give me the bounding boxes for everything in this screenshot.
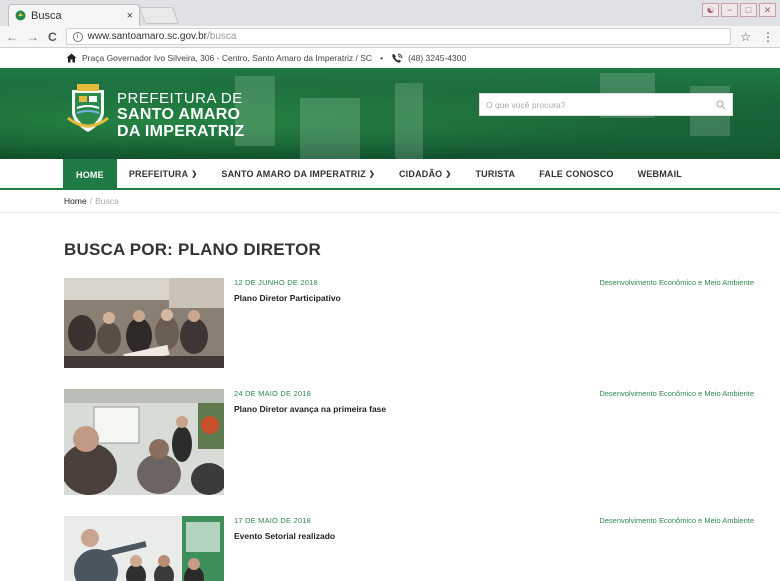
result-title-link[interactable]: Plano Diretor Participativo [234,293,341,303]
maximize-icon[interactable]: □ [740,3,757,17]
result-meta: 12 DE JUNHO DE 2018 Plano Diretor Partic… [234,278,341,303]
bookmark-star-icon[interactable]: ☆ [740,30,751,44]
search-icon[interactable] [716,100,726,110]
url-bar[interactable]: i www.santoamaro.sc.gov.br/busca [65,28,732,45]
nav-label: SANTO AMARO DA IMPERATRIZ [221,168,366,179]
nav-item-prefeitura[interactable]: PREFEITURA ❯ [117,159,210,188]
result-thumbnail[interactable] [64,278,224,368]
phone-text: (48) 3245-4300 [408,53,467,63]
tab-title: Busca [31,9,62,22]
page-title: BUSCA POR: PLANO DIRETOR [64,240,321,259]
browser-toolbar: ← → C i www.santoamaro.sc.gov.br/busca ☆… [0,26,780,48]
brand-line-2: SANTO AMARO [117,106,241,123]
result-title-link[interactable]: Plano Diretor avança na primeira fase [234,404,386,414]
site-info-bar: Praça Governador Ivo Silveira, 306 - Cen… [0,48,780,68]
browser-tab[interactable]: Busca × [8,4,140,26]
url-path: /busca [206,31,237,42]
nav-item-cidadao[interactable]: CIDADÃO ❯ [387,159,463,188]
home-icon [66,53,77,63]
brand-line-1: PREFEITURA DE [117,90,243,107]
breadcrumb-separator: / [89,196,93,206]
browser-menu-icon[interactable]: ⋮ [762,30,774,44]
nav-item-home[interactable]: HOME [63,159,117,190]
address-text: Praça Governador Ivo Silveira, 306 - Cen… [82,53,373,63]
nav-label: HOME [76,169,104,180]
result-date: 12 DE JUNHO DE 2018 [234,278,318,287]
tab-close-icon[interactable]: × [127,10,133,22]
phone-icon [392,53,403,63]
info-separator: • [380,53,384,63]
window-controls: ☯ − □ ✕ [702,3,776,17]
nav-item-turista[interactable]: TURISTA [463,159,527,188]
result-title-link[interactable]: Evento Setorial realizado [234,531,335,541]
nav-item-webmail[interactable]: WEBMAIL [626,159,694,188]
chevron-down-icon: ❯ [191,170,198,178]
result-meta: 17 DE MAIO DE 2018 Evento Setorial reali… [234,516,335,541]
site-favicon-icon [15,10,26,21]
new-tab-button[interactable] [138,7,180,24]
user-profile-icon[interactable]: ☯ [702,3,719,17]
nav-item-fale-conosco[interactable]: FALE CONOSCO [527,159,625,188]
breadcrumb-home[interactable]: Home [64,196,87,206]
header-banner: PREFEITURA DE SANTO AMARO DA IMPERATRIZ [0,68,780,159]
nav-label: WEBMAIL [637,168,683,179]
chevron-down-icon: ❯ [368,170,375,178]
nav-label: PREFEITURA [128,168,189,179]
brand-wordmark[interactable]: PREFEITURA DE SANTO AMARO DA IMPERATRIZ [117,91,244,140]
result-category-link[interactable]: Desenvolvimento Econômico e Meio Ambient… [599,516,754,525]
result-meta: 24 DE MAIO DE 2018 Plano Diretor avança … [234,389,386,414]
nav-item-santo-amaro[interactable]: SANTO AMARO DA IMPERATRIZ ❯ [209,159,387,188]
site-search [479,93,733,116]
close-window-icon[interactable]: ✕ [759,3,776,17]
browser-tab-bar: Busca × ☯ − □ ✕ [0,0,780,26]
result-date: 24 DE MAIO DE 2018 [234,389,311,398]
city-crest-logo[interactable] [66,82,110,134]
result-category-link[interactable]: Desenvolvimento Econômico e Meio Ambient… [599,278,754,287]
brand-line-3: DA IMPERATRIZ [117,123,245,140]
minimize-icon[interactable]: − [721,3,738,17]
result-category-link[interactable]: Desenvolvimento Econômico e Meio Ambient… [599,389,754,398]
breadcrumb: Home / Busca [0,190,780,213]
chevron-down-icon: ❯ [445,170,452,178]
back-icon[interactable]: ← [6,30,18,44]
nav-label: CIDADÃO [398,168,443,179]
reload-icon[interactable]: C [48,30,57,44]
result-thumbnail[interactable] [64,389,224,495]
url-host: www.santoamaro.sc.gov.br [87,31,207,42]
result-thumbnail[interactable] [64,516,224,581]
search-input[interactable] [486,99,716,110]
nav-label: FALE CONOSCO [539,168,614,179]
site-info-icon[interactable]: i [72,31,83,42]
nav-label: TURISTA [475,168,516,179]
result-date: 17 DE MAIO DE 2018 [234,516,311,525]
breadcrumb-current: Busca [95,196,119,206]
forward-icon[interactable]: → [27,30,39,44]
main-navigation: HOME PREFEITURA ❯ SANTO AMARO DA IMPERATR… [0,159,780,190]
